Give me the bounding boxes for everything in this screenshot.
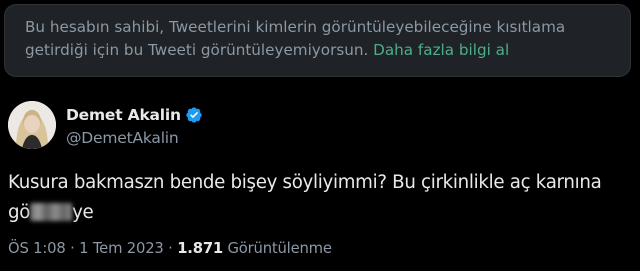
tweet-text-line1: Kusura bakmaszn bende bişey söyliyimmi? … <box>8 172 602 193</box>
views-label: Görüntülenme <box>227 240 332 257</box>
notice-text-line2: getirdiği için bu Tweeti görüntüleyemiyo… <box>25 41 369 59</box>
tweet-time[interactable]: ÖS 1:08 <box>8 240 66 257</box>
profile-photo-icon <box>8 101 56 149</box>
tweet-metadata: ÖS 1:08 · 1 Tem 2023 · 1.871 Görüntülenm… <box>8 240 332 257</box>
tweet-text: Kusura bakmaszn bende bişey söyliyimmi? … <box>8 168 628 228</box>
restricted-tweet-notice: Bu hesabın sahibi, Tweetlerini kimlerin … <box>4 4 631 77</box>
avatar[interactable] <box>8 101 56 149</box>
censored-word-blur <box>30 203 73 221</box>
tweet-date[interactable]: 1 Tem 2023 <box>79 240 164 257</box>
notice-text-line1: Bu hesabın sahibi, Tweetlerini kimlerin … <box>25 18 566 36</box>
tweet-text-line2-end: ye <box>72 202 94 223</box>
meta-separator: · <box>70 240 75 257</box>
views-count: 1.871 <box>177 240 224 257</box>
learn-more-link[interactable]: Daha fazla bilgi al <box>373 41 509 59</box>
tweet-author-header: Demet Akalin @DemetAkalin <box>8 97 203 153</box>
user-handle[interactable]: @DemetAkalin <box>66 129 203 147</box>
tweet-text-line2-start: gö <box>8 202 31 223</box>
display-name[interactable]: Demet Akalin <box>66 106 181 124</box>
meta-separator: · <box>168 240 173 257</box>
verified-badge-icon <box>185 106 203 124</box>
